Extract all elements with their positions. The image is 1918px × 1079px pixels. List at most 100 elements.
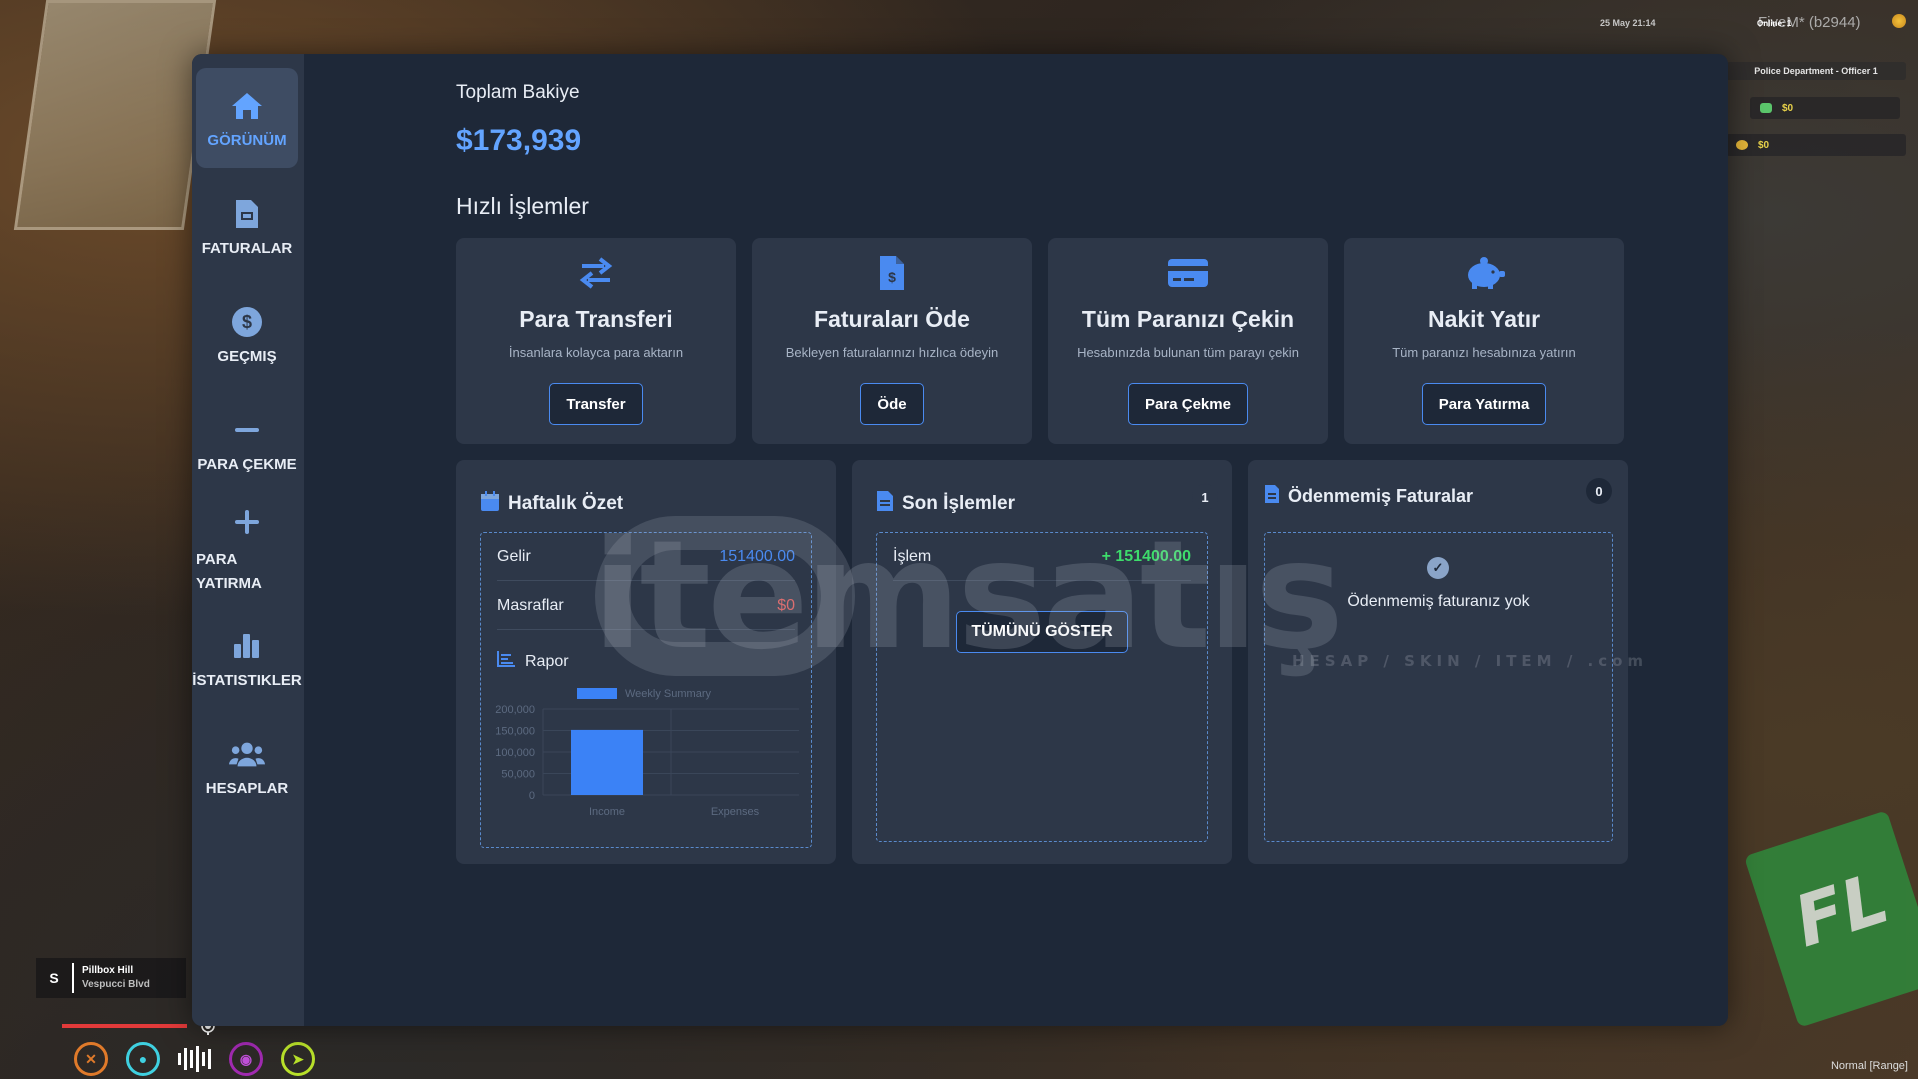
- withdraw-button[interactable]: Para Çekme: [1128, 383, 1248, 425]
- hunger-icon: ✕: [74, 1042, 108, 1076]
- hud-bank: $0: [1726, 134, 1906, 156]
- y-tick-label: 200,000: [495, 704, 535, 716]
- report-icon: [497, 651, 515, 672]
- cash-icon: [1760, 103, 1772, 113]
- hud-time: 25 May 21:14: [1600, 18, 1656, 28]
- quick-actions-title: Hızlı İşlemler: [456, 193, 589, 219]
- sidebar-item-withdraw[interactable]: PARA ÇEKME: [196, 392, 298, 492]
- card-description: Hesabınızda bulunan tüm parayı çekin: [1077, 345, 1299, 360]
- hud-cash: $0: [1750, 97, 1900, 119]
- hud-online-count: Online: 1: [1757, 19, 1792, 28]
- watermark-logo: [595, 516, 855, 676]
- income-label: Gelir: [497, 547, 531, 565]
- x-tick-label: Income: [589, 806, 625, 818]
- legend-label: Weekly Summary: [625, 688, 711, 700]
- panel-title: Son İşlemler: [902, 493, 1015, 514]
- sidebar-item-overview[interactable]: GÖRÜNÜM: [196, 68, 298, 168]
- hud-status-icon: [1892, 14, 1906, 28]
- piggy-bank-icon: [1344, 252, 1624, 294]
- sidebar-item-history[interactable]: $ GEÇMIŞ: [196, 284, 298, 384]
- dollar-icon: $: [229, 304, 265, 340]
- main-content: Toplam Bakiye $173,939 Hızlı İşlemler Pa…: [304, 54, 1728, 1026]
- card-title: Nakit Yatır: [1427, 306, 1541, 332]
- empty-invoices-text: Ödenmemiş faturanız yok: [1347, 593, 1530, 610]
- pay-invoices-card: $ Faturaları Öde Bekleyen faturalarınızı…: [752, 238, 1032, 444]
- bar-chart-icon: [229, 628, 265, 664]
- invoice-icon: [229, 196, 265, 232]
- panel-title: Ödenmemiş Faturalar: [1288, 486, 1474, 506]
- card-title: Faturaları Öde: [814, 306, 970, 332]
- sidebar: GÖRÜNÜM FATURALAR $ GEÇMIŞ PARA ÇEKME PA…: [192, 54, 304, 1026]
- plus-icon: [229, 504, 265, 540]
- sidebar-item-label: İSTATISTIKLER: [192, 671, 302, 689]
- panel-title: Haftalık Özet: [508, 493, 624, 514]
- transaction-label: İşlem: [893, 547, 932, 565]
- report-label: Rapor: [525, 652, 569, 670]
- health-bar: [62, 1024, 187, 1028]
- pay-button[interactable]: Öde: [860, 383, 924, 425]
- legend-swatch: [577, 688, 617, 699]
- balance-value: $173,939: [456, 124, 582, 157]
- transactions-box: İşlem + 151400.00 TÜMÜNÜ GÖSTER: [876, 532, 1208, 842]
- sidebar-item-deposit[interactable]: PARA YATIRMA: [196, 500, 298, 600]
- sidebar-item-statistics[interactable]: İSTATISTIKLER: [192, 608, 302, 708]
- deposit-cash-card: Nakit Yatır Tüm paranızı hesabınıza yatı…: [1344, 238, 1624, 444]
- users-icon: [229, 736, 265, 772]
- hud-job: Police Department - Officer 1: [1726, 62, 1906, 80]
- unpaid-count-badge: 0: [1586, 478, 1612, 504]
- y-tick-label: 0: [529, 790, 535, 802]
- withdraw-all-card: Tüm Paranızı Çekin Hesabınızda bulunan t…: [1048, 238, 1328, 444]
- thirst-icon: ●: [126, 1042, 160, 1076]
- sidebar-item-label: GÖRÜNÜM: [207, 131, 287, 149]
- weekly-report-chart: Weekly Summary 200,000 150,000 100,000 50,00…: [495, 688, 799, 818]
- y-tick-label: 50,000: [501, 769, 535, 781]
- transaction-amount: + 151400.00: [1101, 547, 1191, 565]
- street-primary: Pillbox Hill: [82, 965, 134, 976]
- y-tick-label: 100,000: [495, 747, 535, 759]
- y-tick-label: 150,000: [495, 726, 535, 738]
- unpaid-invoices-box: ✓ Ödenmemiş faturanız yok: [1264, 532, 1613, 842]
- stamina-icon: ➤: [281, 1042, 315, 1076]
- home-icon: [229, 88, 265, 124]
- sidebar-item-label: GEÇMIŞ: [217, 347, 277, 365]
- coin-icon: [1736, 140, 1748, 150]
- card-description: Bekleyen faturalarınızı hızlıca ödeyin: [785, 345, 999, 360]
- panel-header: Haftalık Özet: [480, 490, 623, 518]
- location-divider: [72, 963, 74, 993]
- svg-text:$: $: [888, 269, 896, 285]
- deposit-button[interactable]: Para Yatırma: [1421, 383, 1547, 425]
- invoice-dollar-icon: $: [752, 252, 1032, 294]
- sign-text: FL: [1784, 856, 1898, 964]
- svg-text:$: $: [242, 312, 252, 332]
- card-title: Tüm Paranızı Çekin: [1081, 306, 1295, 332]
- sidebar-item-invoices[interactable]: FATURALAR: [196, 176, 298, 276]
- street-name: Pillbox Hill Vespucci Blvd: [82, 964, 150, 992]
- invoice-icon: [1264, 484, 1280, 509]
- background-poster: [13, 0, 217, 230]
- show-all-button[interactable]: TÜMÜNÜ GÖSTER: [956, 611, 1128, 653]
- panel-header: Son İşlemler: [876, 490, 1015, 518]
- recent-transactions-panel: Son İşlemler 1 İşlem + 151400.00 TÜMÜNÜ …: [852, 460, 1232, 864]
- transfer-button[interactable]: Transfer: [549, 383, 643, 425]
- transaction-row[interactable]: İşlem + 151400.00: [893, 533, 1191, 581]
- panel-header: Ödenmemiş Faturalar: [1264, 484, 1473, 509]
- sidebar-item-label: PARA ÇEKME: [197, 455, 297, 473]
- sidebar-item-label: FATURALAR: [201, 239, 293, 257]
- transfer-card: Para Transferi İnsanlara kolayca para ak…: [456, 238, 736, 444]
- location-hud: S Pillbox Hill Vespucci Blvd: [36, 958, 186, 998]
- compass-direction: S: [49, 970, 59, 986]
- card-description: Tüm paranızı hesabınıza yatırın: [1392, 345, 1576, 360]
- sidebar-item-label: HESAPLAR: [205, 779, 289, 797]
- minus-icon: [229, 412, 265, 448]
- sidebar-item-accounts[interactable]: HESAPLAR: [196, 716, 298, 816]
- hud-bank-value: $0: [1758, 139, 1770, 151]
- calendar-icon: [480, 490, 500, 518]
- voice-level-icon: [178, 1042, 211, 1076]
- stress-icon: ◉: [229, 1042, 263, 1076]
- street-secondary: Vespucci Blvd: [82, 979, 150, 990]
- voice-range: Normal [Range]: [1830, 1060, 1908, 1072]
- balance-label: Toplam Bakiye: [456, 82, 580, 103]
- sidebar-item-label: PARA YATIRMA: [196, 551, 262, 592]
- status-icons: ✕ ● ◉ ➤: [74, 1042, 315, 1076]
- bar-income: [571, 729, 643, 795]
